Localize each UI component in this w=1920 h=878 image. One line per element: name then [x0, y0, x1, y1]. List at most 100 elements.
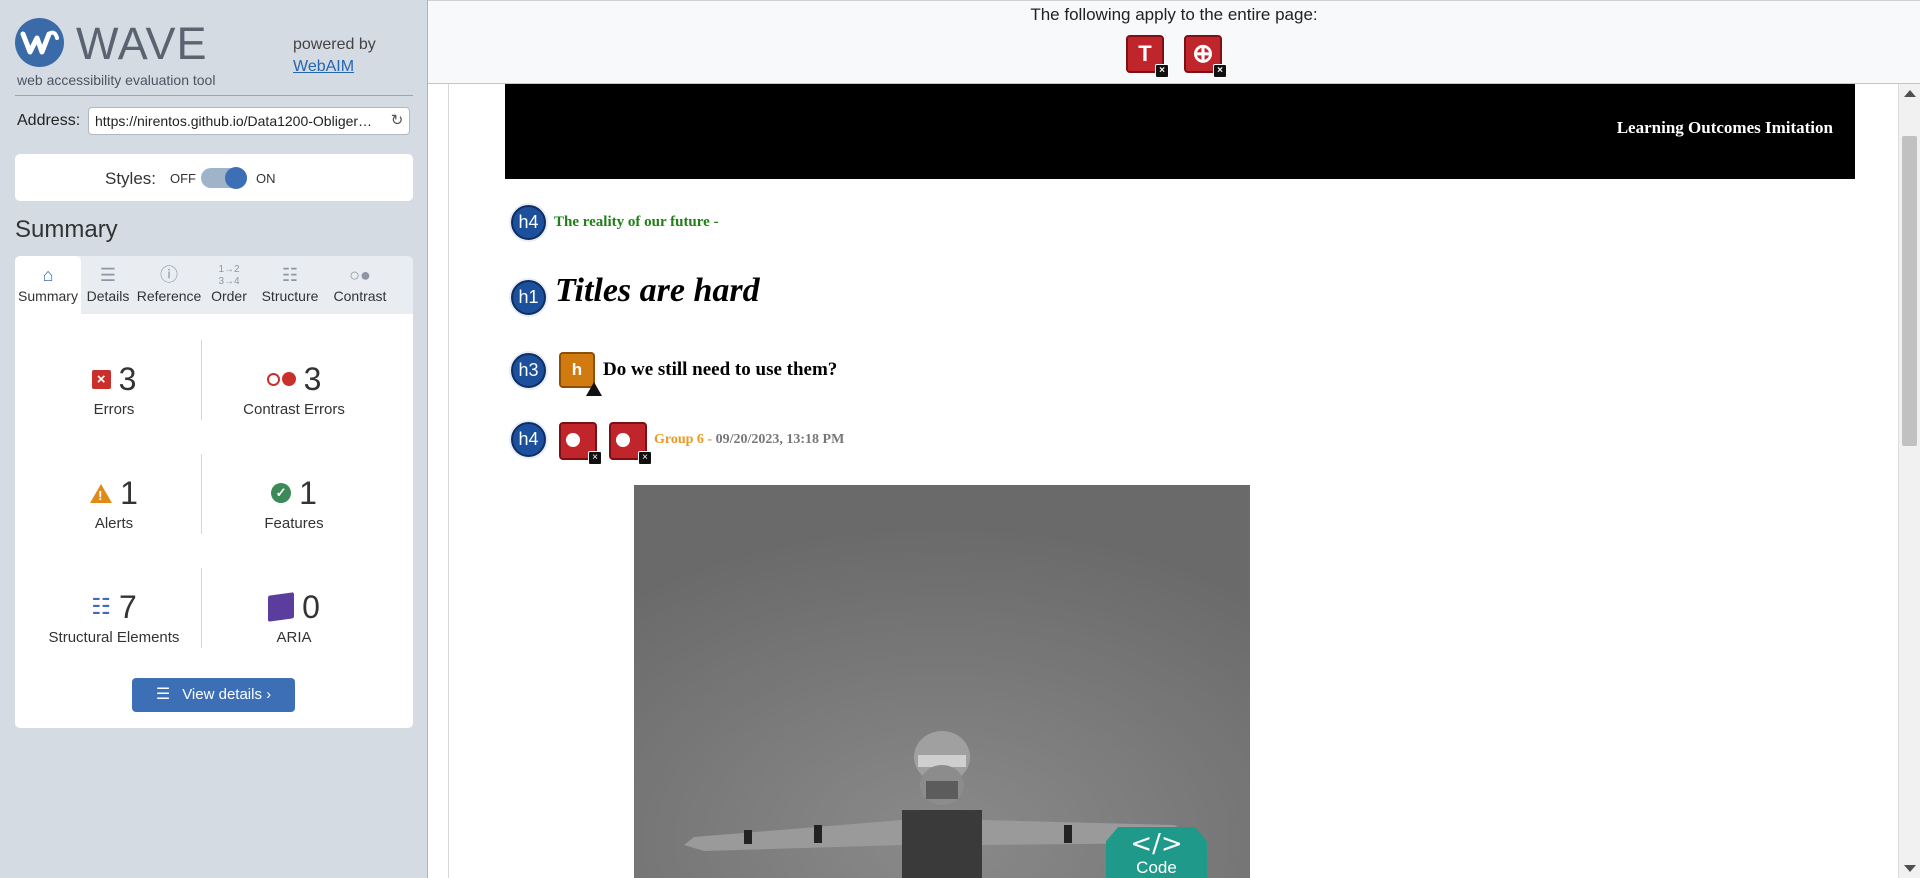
- error-icon: ×: [91, 369, 111, 389]
- features-label: Features: [264, 515, 324, 532]
- powered-by-text: powered by: [293, 36, 376, 53]
- stat-features[interactable]: ✓ 1 Features: [204, 473, 384, 533]
- code-icon: </>: [1130, 829, 1183, 859]
- heading-h4-text: The reality of our future -: [554, 214, 719, 230]
- group-label: Group 6 -: [654, 432, 713, 447]
- empty-link-error-icon[interactable]: ×: [609, 422, 652, 465]
- contrast-icon: ○●: [349, 265, 371, 285]
- missing-title-glyph: T: [1138, 41, 1152, 66]
- page-header: Learning Outcomes Imitation: [505, 84, 1855, 179]
- styles-on-label: ON: [256, 171, 276, 186]
- wave-logo-icon: [15, 18, 64, 67]
- close-icon: ×: [638, 451, 652, 465]
- tab-order-label: Order: [211, 288, 247, 304]
- scroll-up-arrow-icon[interactable]: [1904, 90, 1916, 97]
- page-level-text: The following apply to the entire page:: [1030, 5, 1318, 24]
- heading-h4-icon[interactable]: h4: [511, 205, 546, 240]
- aria-count: 0: [302, 588, 320, 625]
- styles-toggle-box: Styles: OFF ON: [15, 154, 413, 201]
- tab-reference-label: Reference: [136, 288, 202, 304]
- stat-alerts[interactable]: ! 1 Alerts: [24, 473, 204, 532]
- vertical-scrollbar[interactable]: [1898, 84, 1920, 878]
- powered-by: powered by WebAIM: [293, 34, 376, 78]
- aria-icon: [268, 592, 295, 622]
- structure-icon: ☷: [281, 265, 299, 285]
- tab-details[interactable]: ☰ Details: [81, 256, 135, 314]
- panel-tabs: ⌂ Summary ☰ Details ⓘ Reference 1→2 3→4 O…: [15, 256, 413, 314]
- soldier-image: [634, 485, 1250, 878]
- order-icon: 1→2 3→4: [218, 264, 240, 287]
- close-icon: ×: [1213, 64, 1227, 78]
- contrast-errors-count: 3: [303, 360, 322, 397]
- scroll-thumb[interactable]: [1902, 136, 1917, 446]
- alerts-count: 1: [120, 474, 138, 511]
- close-icon: ×: [1155, 64, 1169, 78]
- warning-icon: [586, 382, 602, 396]
- date-label: 09/20/2023, 13:18 PM: [715, 432, 845, 447]
- structural-count: 7: [118, 588, 137, 625]
- check-icon: ✓: [271, 483, 292, 503]
- webaim-link[interactable]: WebAIM: [293, 56, 376, 78]
- errors-label: Errors: [93, 401, 135, 418]
- stat-contrast-errors[interactable]: 3 Contrast Errors: [204, 359, 384, 419]
- page-level-bar: The following apply to the entire page: …: [428, 0, 1920, 84]
- code-button[interactable]: </> Code: [1106, 827, 1207, 878]
- tab-order[interactable]: 1→2 3→4 Order: [203, 256, 255, 314]
- tab-structure[interactable]: ☷ Structure: [255, 256, 325, 314]
- summary-heading: Summary: [15, 216, 118, 243]
- tab-reference[interactable]: ⓘ Reference: [135, 256, 203, 314]
- features-count: 1: [299, 474, 317, 511]
- tab-summary[interactable]: ⌂ Summary: [15, 256, 81, 314]
- wave-title: WAVE: [76, 18, 208, 69]
- styles-toggle[interactable]: [201, 167, 247, 189]
- list-icon: ☰: [155, 686, 171, 703]
- stat-errors[interactable]: × 3 Errors: [24, 359, 204, 418]
- language-missing-icon[interactable]: ⊕ ×: [1184, 35, 1227, 78]
- contrast-errors-label: Contrast Errors: [243, 401, 345, 418]
- empty-link-error-icon[interactable]: ×: [559, 422, 602, 465]
- info-icon: ⓘ: [160, 265, 178, 285]
- tab-contrast-label: Contrast: [333, 288, 387, 304]
- alert-glyph: h: [571, 360, 583, 379]
- wave-subtitle: web accessibility evaluation tool: [17, 72, 216, 88]
- tab-contrast[interactable]: ○● Contrast: [325, 256, 395, 314]
- wave-sidebar: WAVE web accessibility evaluation tool p…: [0, 0, 428, 878]
- alerts-label: Alerts: [94, 515, 134, 532]
- evaluated-page: Learning Outcomes Imitation h4 The reali…: [448, 84, 1898, 878]
- structural-label: Structural Elements: [48, 629, 180, 646]
- close-icon: ×: [588, 451, 602, 465]
- heading-h4-icon[interactable]: h4: [511, 422, 546, 457]
- alert-icon: !: [90, 483, 113, 503]
- aria-label: ARIA: [276, 629, 312, 646]
- address-label: Address:: [17, 112, 81, 129]
- stat-aria[interactable]: 0 ARIA: [204, 587, 384, 646]
- heading-h3-text: Do we still need to use them?: [603, 359, 838, 380]
- heading-h1-text: Titles are hard: [555, 272, 760, 309]
- scroll-down-arrow-icon[interactable]: [1904, 865, 1916, 872]
- missing-title-icon[interactable]: T ×: [1126, 35, 1169, 78]
- styles-off-label: OFF: [170, 171, 196, 186]
- contrast-error-icon: [266, 372, 296, 386]
- code-label: Code: [1136, 858, 1177, 877]
- language-glyph: ⊕: [1192, 38, 1214, 68]
- divider: [15, 95, 413, 96]
- view-details-label: View details ›: [182, 686, 272, 703]
- stat-structural[interactable]: ☷ 7 Structural Elements: [24, 587, 204, 647]
- tab-details-label: Details: [86, 288, 130, 304]
- tab-summary-label: Summary: [18, 288, 78, 304]
- heading-h1-icon[interactable]: h1: [511, 280, 546, 315]
- errors-count: 3: [118, 360, 137, 397]
- toggle-knob: [225, 167, 247, 189]
- view-details-button[interactable]: ☰ View details ›: [132, 678, 295, 712]
- reload-icon[interactable]: ↻: [389, 113, 405, 129]
- tab-structure-label: Structure: [261, 288, 319, 304]
- summary-panel: × 3 Errors 3 Contrast Errors ! 1 Alerts …: [15, 314, 413, 728]
- heading-h3-icon[interactable]: h3: [511, 353, 546, 388]
- header-title: Learning Outcomes Imitation: [1616, 118, 1833, 137]
- list-icon: ☰: [99, 265, 117, 285]
- skipped-heading-alert-icon[interactable]: h: [559, 352, 602, 396]
- structure-icon: ☷: [91, 594, 111, 619]
- styles-label: Styles:: [105, 169, 157, 188]
- group-date-text: Group 6 - 09/20/2023, 13:18 PM: [654, 432, 844, 448]
- address-input[interactable]: https://nirentos.github.io/Data1200-Obli…: [88, 107, 410, 135]
